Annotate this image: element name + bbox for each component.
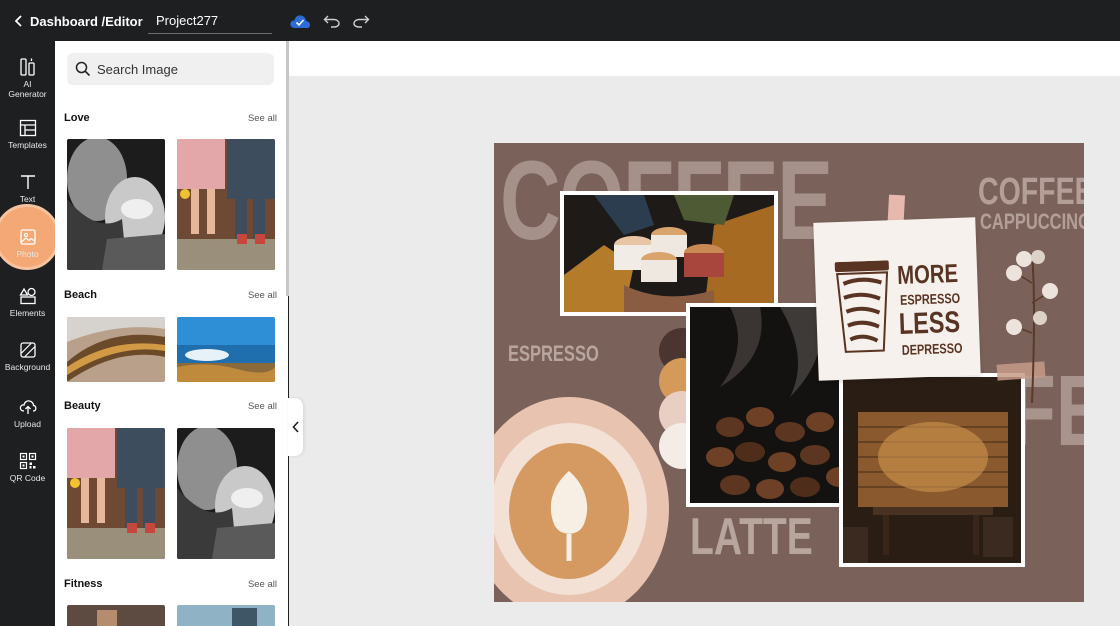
photo-thumb-love-legs[interactable] — [177, 139, 275, 270]
qr-code-icon — [19, 452, 36, 469]
quote-depresso: DEPRESSO — [901, 339, 963, 358]
fitness-photo-image — [177, 605, 275, 626]
section-title-beach: Beach — [64, 289, 98, 301]
rail-item-qr-code[interactable]: QR Code — [0, 440, 55, 494]
collapse-panel-button[interactable] — [288, 398, 303, 456]
rail-item-text[interactable]: Text — [0, 161, 55, 215]
canvas-text-espresso[interactable]: ESPRESSO — [508, 343, 599, 365]
rail-label: Upload — [14, 418, 41, 429]
rail-label: QR Code — [9, 472, 46, 483]
search-box — [67, 53, 274, 85]
legs-photo-image — [177, 139, 275, 270]
rail-label: AI Generator — [8, 78, 47, 99]
photo-coffee-cheers[interactable] — [560, 191, 778, 316]
latte-cup-image[interactable] — [494, 389, 669, 602]
rail-label: Text — [19, 193, 36, 204]
rail-item-upload[interactable]: Upload — [0, 386, 55, 440]
rail-item-ai-generator[interactable]: AI Generator — [0, 47, 55, 109]
cloud-saved-button[interactable] — [289, 11, 311, 31]
section-title-beauty: Beauty — [64, 400, 101, 412]
project-name-input[interactable] — [148, 8, 272, 32]
photo-icon — [19, 228, 36, 245]
photo-thumb-fitness-1[interactable] — [67, 605, 165, 626]
tool-rail: AI Generator Templates Text Photo Element… — [0, 41, 60, 626]
photo-thumb-beach-sand[interactable] — [67, 317, 165, 382]
section-title-fitness: Fitness — [64, 578, 103, 590]
background-icon — [19, 341, 36, 358]
redo-icon — [353, 15, 370, 28]
project-name-field-wrap — [148, 8, 272, 34]
rail-item-background[interactable]: Background — [0, 329, 55, 383]
cloud-check-icon — [290, 15, 310, 28]
undo-icon — [323, 15, 340, 28]
coffee-cheers-image — [564, 195, 774, 312]
rail-label: Background — [4, 361, 51, 372]
photo-thumb-fitness-2[interactable] — [177, 605, 275, 626]
redo-button[interactable] — [350, 11, 372, 31]
text-icon — [20, 174, 35, 189]
ai-generator-icon — [19, 57, 35, 76]
see-all-love-link[interactable]: See all — [248, 113, 277, 124]
rail-label: Photo — [16, 248, 39, 259]
legs-photo-image — [67, 428, 165, 559]
canvas-text-cappuccino[interactable]: CAPPUCCINO — [980, 211, 1084, 233]
photo-brick-cafe[interactable] — [839, 373, 1025, 567]
quote-more: MORE — [896, 257, 959, 290]
canvas-text-coffee[interactable]: COFFEE — [978, 173, 1084, 211]
coffee-cup-illustration — [834, 260, 889, 353]
fitness-photo-image — [67, 605, 165, 626]
quote-less: LESS — [898, 305, 961, 341]
couple-photo-image — [67, 139, 165, 270]
photo-panel: Love See all — [55, 41, 288, 626]
couple-photo-image — [177, 428, 275, 559]
rail-item-elements[interactable]: Elements — [0, 275, 55, 329]
context-toolbar — [289, 41, 1120, 76]
photo-thumb-beauty-legs[interactable] — [67, 428, 165, 559]
quote-card[interactable]: MORE ESPRESSO LESS DEPRESSO — [813, 217, 981, 381]
search-icon — [75, 61, 91, 77]
undo-button[interactable] — [321, 11, 343, 31]
see-all-beach-link[interactable]: See all — [248, 290, 277, 301]
design-canvas[interactable]: COFFEE COFFEE CAPPUCCINO ESPRESSO LATTE … — [494, 143, 1084, 602]
see-all-fitness-link[interactable]: See all — [248, 579, 277, 590]
rail-item-photo[interactable]: Photo — [0, 216, 55, 270]
rail-label: Templates — [8, 139, 47, 150]
photo-thumb-beauty-couple[interactable] — [177, 428, 275, 559]
breadcrumb: Dashboard /Editor — [30, 13, 143, 29]
cotton-branch-image[interactable] — [1002, 243, 1062, 403]
beach-sea-image — [177, 317, 275, 382]
photo-thumb-love-couple[interactable] — [67, 139, 165, 270]
section-title-love: Love — [64, 112, 90, 124]
upload-icon — [19, 399, 36, 414]
back-to-dashboard-link[interactable]: Dashboard /Editor — [14, 12, 143, 30]
rail-label: Elements — [9, 307, 46, 318]
canvas-text-latte[interactable]: LATTE — [690, 511, 813, 563]
templates-icon — [19, 119, 36, 136]
top-bar: Dashboard /Editor — [0, 0, 1120, 41]
brick-cafe-image — [843, 377, 1021, 563]
see-all-beauty-link[interactable]: See all — [248, 401, 277, 412]
photo-thumb-beach-sea[interactable] — [177, 317, 275, 382]
chevron-left-icon — [14, 15, 22, 27]
workspace: COFFEE COFFEE CAPPUCCINO ESPRESSO LATTE … — [289, 41, 1120, 626]
editor-app: Dashboard /Editor AIGenerator Templates — [0, 0, 1120, 626]
chevron-left-icon — [291, 421, 299, 433]
search-image-input[interactable] — [97, 61, 257, 77]
beach-sand-image — [67, 317, 165, 382]
rail-item-templates[interactable]: Templates — [0, 107, 55, 161]
elements-icon — [18, 287, 36, 304]
